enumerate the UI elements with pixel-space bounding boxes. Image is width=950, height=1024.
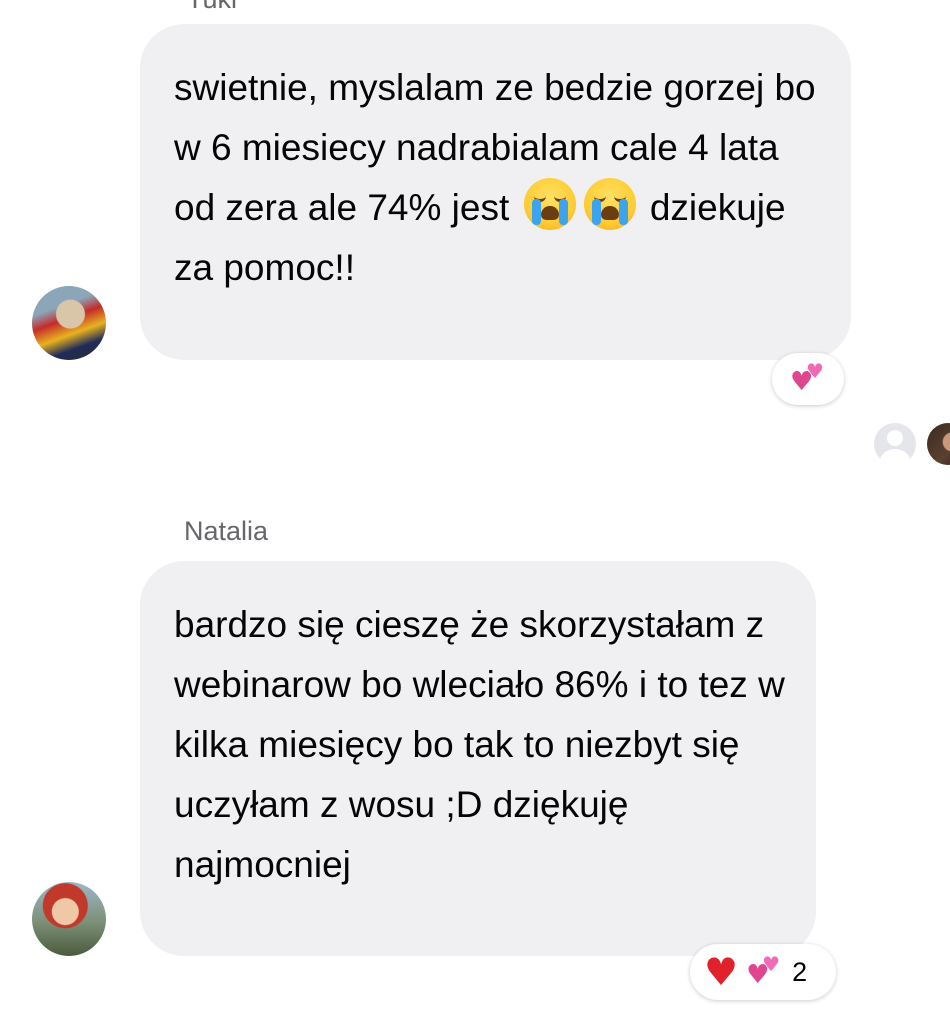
- reaction-badge-yuki[interactable]: ♥ ♥: [772, 353, 844, 405]
- message-bubble-natalia[interactable]: bardzo się cieszę że skorzystałam z webi…: [140, 561, 816, 956]
- two-hearts-icon: ♥ ♥: [790, 359, 824, 397]
- avatar-yuki[interactable]: [32, 286, 106, 360]
- sender-name-natalia: Natalia: [184, 516, 269, 546]
- two-hearts-icon: ♥ ♥: [746, 952, 781, 990]
- seen-default-avatar-icon[interactable]: [874, 423, 916, 465]
- seen-photo-avatar-icon[interactable]: [927, 423, 950, 465]
- message-bubble-yuki[interactable]: swietnie, myslalam ze bedzie gorzej bo w…: [140, 24, 851, 360]
- red-heart-icon: ♥: [704, 950, 739, 994]
- loudly-crying-face-icon: [583, 178, 636, 230]
- avatar-natalia[interactable]: [32, 882, 106, 956]
- sender-name-yuki: Yuki: [186, 0, 237, 13]
- reaction-badge-natalia[interactable]: ♥ ♥ ♥ 2: [690, 944, 836, 1000]
- message-text-yuki: swietnie, myslalam ze bedzie gorzej bo w…: [174, 58, 821, 298]
- loudly-crying-face-icon: [523, 178, 576, 230]
- reaction-count: 2: [792, 956, 808, 987]
- message-text-natalia: bardzo się cieszę że skorzystałam z webi…: [174, 604, 785, 885]
